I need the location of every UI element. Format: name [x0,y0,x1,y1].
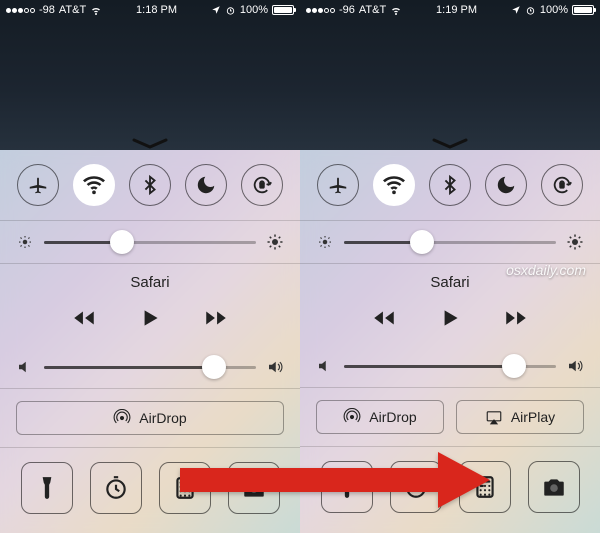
carrier-name: AT&T [359,4,386,16]
volume-row [300,345,600,387]
airdrop-icon [343,408,361,426]
airdrop-label: AirDrop [369,409,416,425]
alarm-icon [525,5,536,16]
battery-pct: 100% [240,4,268,16]
wifi-icon [90,4,102,16]
wifi-toggle[interactable] [373,164,415,206]
volume-low-icon [16,358,34,376]
status-bar: -98 AT&T 1:18 PM 100% [0,0,300,20]
signal-dots [6,8,35,13]
timer-button[interactable] [90,462,142,514]
camera-button[interactable] [528,461,580,513]
volume-high-icon [266,358,284,376]
airplane-toggle[interactable] [17,164,59,206]
rewind-button[interactable] [371,305,397,331]
signal-dots [306,8,335,13]
volume-row [0,345,300,388]
rewind-button[interactable] [71,305,97,331]
volume-high-icon [566,357,584,375]
brightness-low-icon [16,233,34,251]
clock: 1:18 PM [136,4,177,16]
dark-background [0,0,300,150]
dark-background [300,0,600,150]
airplay-icon [485,408,503,426]
panel-grabber[interactable] [130,136,170,150]
brightness-row [0,221,300,264]
brightness-high-icon [566,233,584,251]
airdrop-button[interactable]: AirDrop [16,401,284,435]
battery-pct: 100% [540,4,568,16]
bluetooth-toggle[interactable] [129,164,171,206]
toggle-row [300,150,600,221]
airdrop-label: AirDrop [139,410,186,426]
volume-slider[interactable] [44,366,256,369]
airdrop-airplay-row: AirDrop AirPlay [300,387,600,447]
transport-controls [0,297,300,345]
rotation-lock-toggle[interactable] [241,164,283,206]
airplay-label: AirPlay [511,409,555,425]
airdrop-icon [113,409,131,427]
battery-icon [572,5,594,15]
dnd-toggle[interactable] [185,164,227,206]
panel-grabber[interactable] [430,136,470,150]
alarm-icon [225,5,236,16]
media-section: Safari [300,264,600,387]
location-icon [511,5,521,15]
wifi-icon [390,4,402,16]
transport-controls [300,297,600,345]
brightness-slider[interactable] [344,241,556,244]
volume-slider[interactable] [344,365,556,368]
play-button[interactable] [137,305,163,331]
signal-strength: -96 [339,4,355,16]
bluetooth-toggle[interactable] [429,164,471,206]
signal-strength: -98 [39,4,55,16]
airplane-toggle[interactable] [317,164,359,206]
brightness-low-icon [316,233,334,251]
volume-low-icon [316,357,334,375]
battery-icon [272,5,294,15]
forward-button[interactable] [203,305,229,331]
status-bar: -96 AT&T 1:19 PM 100% [300,0,600,20]
brightness-high-icon [266,233,284,251]
flashlight-button[interactable] [21,462,73,514]
wifi-toggle[interactable] [73,164,115,206]
rotation-lock-toggle[interactable] [541,164,583,206]
toggle-row [0,150,300,221]
watermark: osxdaily.com [506,262,586,278]
media-section: Safari [0,264,300,388]
play-button[interactable] [437,305,463,331]
dnd-toggle[interactable] [485,164,527,206]
location-icon [211,5,221,15]
airdrop-row: AirDrop [0,388,300,448]
airplay-button[interactable]: AirPlay [456,400,584,434]
brightness-slider[interactable] [44,241,256,244]
clock: 1:19 PM [436,4,477,16]
airdrop-button[interactable]: AirDrop [316,400,444,434]
now-playing-title: Safari [0,264,300,297]
carrier-name: AT&T [59,4,86,16]
brightness-row [300,221,600,264]
annotation-arrow [180,452,490,508]
forward-button[interactable] [503,305,529,331]
